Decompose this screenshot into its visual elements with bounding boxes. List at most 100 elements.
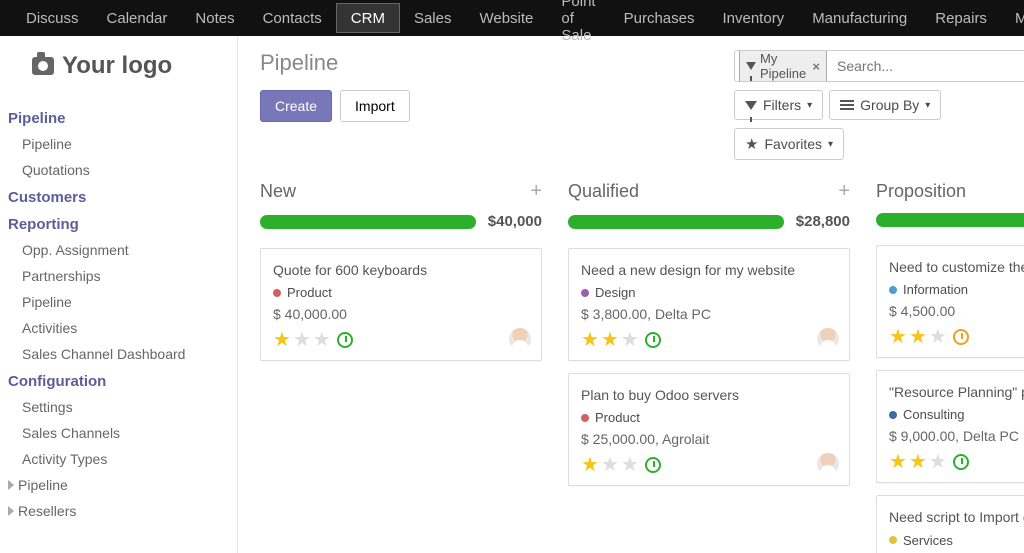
caret-down-icon: ▾ — [925, 100, 930, 111]
nav-discuss[interactable]: Discuss — [12, 0, 93, 36]
star-icon[interactable]: ★ — [929, 452, 947, 472]
sidebar-item-opp-assignment[interactable]: Opp. Assignment — [8, 237, 223, 263]
star-icon[interactable]: ★ — [293, 330, 311, 350]
nav-website[interactable]: Website — [465, 0, 547, 36]
card-tag: Consulting — [889, 407, 1024, 422]
nav-contacts[interactable]: Contacts — [249, 0, 336, 36]
nav-sales[interactable]: Sales — [400, 0, 466, 36]
column-total: $28,800 — [796, 213, 850, 230]
sidebar-item-activity-types[interactable]: Activity Types — [8, 446, 223, 472]
logo[interactable]: Your logo — [8, 52, 223, 80]
star-icon[interactable]: ★ — [601, 455, 619, 475]
avatar[interactable] — [509, 328, 531, 350]
sidebar-item-sales-channel-dashboard[interactable]: Sales Channel Dashboard — [8, 341, 223, 367]
star-icon[interactable]: ★ — [889, 327, 907, 347]
sidebar-header-pipeline[interactable]: Pipeline — [8, 104, 223, 131]
card-tag: Product — [273, 285, 529, 300]
star-icon[interactable]: ★ — [929, 327, 947, 347]
tag-dot-icon — [273, 289, 281, 297]
star-icon[interactable]: ★ — [313, 330, 331, 350]
create-button[interactable]: Create — [260, 90, 332, 122]
nav-point-of-sale[interactable]: Point of Sale — [547, 0, 609, 36]
tag-dot-icon — [889, 411, 897, 419]
activity-icon[interactable] — [953, 454, 969, 470]
card-amount: $ 3,800.00, Delta PC — [581, 306, 837, 322]
kanban-card[interactable]: Quote for 600 keyboardsProduct$ 40,000.0… — [260, 248, 542, 361]
sidebar-header-reporting[interactable]: Reporting — [8, 210, 223, 237]
nav-manufacturing[interactable]: Manufacturing — [798, 0, 921, 36]
chevron-right-icon — [8, 506, 14, 516]
tag-dot-icon — [889, 536, 897, 544]
nav-more[interactable]: More ▾ — [1001, 0, 1024, 36]
star-icon[interactable]: ★ — [581, 330, 599, 350]
activity-icon[interactable] — [953, 329, 969, 345]
sidebar-expander-pipeline[interactable]: Pipeline — [8, 472, 223, 498]
favorites-button[interactable]: ★ Favorites ▾ — [734, 128, 844, 160]
sidebar-item-activities[interactable]: Activities — [8, 315, 223, 341]
kanban-card[interactable]: Need a new design for my websiteDesign$ … — [568, 248, 850, 361]
search-bar[interactable]: My Pipeline × — [734, 50, 1024, 82]
star-icon[interactable]: ★ — [889, 452, 907, 472]
star-icon[interactable]: ★ — [601, 330, 619, 350]
sidebar-item-sales-channels[interactable]: Sales Channels — [8, 420, 223, 446]
kanban-card[interactable]: "Resource Planning" p developmentConsult… — [876, 370, 1024, 483]
tag-dot-icon — [581, 414, 589, 422]
filters-button[interactable]: Filters ▾ — [734, 90, 823, 120]
priority-stars[interactable]: ★★★ — [581, 455, 639, 475]
sidebar-header-configuration[interactable]: Configuration — [8, 367, 223, 394]
nav-calendar[interactable]: Calendar — [93, 0, 182, 36]
column-title: Qualified — [568, 181, 639, 202]
logo-text: Your logo — [62, 52, 172, 80]
close-icon[interactable]: × — [812, 59, 820, 74]
priority-stars[interactable]: ★★★ — [273, 330, 331, 350]
activity-icon[interactable] — [645, 332, 661, 348]
star-icon[interactable]: ★ — [909, 452, 927, 472]
import-button[interactable]: Import — [340, 90, 410, 122]
add-card-button[interactable]: + — [530, 180, 542, 203]
nav-notes[interactable]: Notes — [181, 0, 248, 36]
search-input[interactable] — [831, 51, 1024, 81]
top-nav: DiscussCalendarNotesContactsCRMSalesWebs… — [0, 0, 1024, 36]
star-icon[interactable]: ★ — [273, 330, 291, 350]
sidebar-item-pipeline[interactable]: Pipeline — [8, 289, 223, 315]
activity-icon[interactable] — [645, 457, 661, 473]
activity-icon[interactable] — [337, 332, 353, 348]
card-title: Need script to Import e — [889, 508, 1024, 526]
column-total: $40,000 — [488, 213, 542, 230]
progress-bar — [876, 213, 1024, 227]
card-tag: Product — [581, 410, 837, 425]
star-icon[interactable]: ★ — [621, 455, 639, 475]
avatar[interactable] — [817, 328, 839, 350]
search-facet[interactable]: My Pipeline × — [739, 50, 827, 82]
sidebar-item-settings[interactable]: Settings — [8, 394, 223, 420]
sidebar-header-customers[interactable]: Customers — [8, 183, 223, 210]
priority-stars[interactable]: ★★★ — [889, 452, 947, 472]
nav-purchases[interactable]: Purchases — [610, 0, 709, 36]
priority-stars[interactable]: ★★★ — [581, 330, 639, 350]
star-icon[interactable]: ★ — [909, 327, 927, 347]
group-by-button[interactable]: Group By ▾ — [829, 90, 941, 120]
sidebar-item-pipeline[interactable]: Pipeline — [8, 131, 223, 157]
column-title: Proposition — [876, 181, 966, 202]
nav-repairs[interactable]: Repairs — [921, 0, 1001, 36]
nav-crm[interactable]: CRM — [336, 3, 400, 33]
card-amount: $ 9,000.00, Delta PC — [889, 428, 1024, 444]
add-card-button[interactable]: + — [838, 180, 850, 203]
star-icon[interactable]: ★ — [621, 330, 639, 350]
kanban-card[interactable]: Need to customize theInformation$ 4,500.… — [876, 245, 1024, 358]
progress-bar — [568, 215, 784, 229]
nav-inventory[interactable]: Inventory — [708, 0, 798, 36]
priority-stars[interactable]: ★★★ — [889, 327, 947, 347]
kanban-card[interactable]: Need script to Import eServices$ 5,600.0… — [876, 495, 1024, 553]
sidebar-expander-resellers[interactable]: Resellers — [8, 498, 223, 524]
card-tag: Design — [581, 285, 837, 300]
card-amount: $ 25,000.00, Agrolait — [581, 431, 837, 447]
sidebar-item-quotations[interactable]: Quotations — [8, 157, 223, 183]
star-icon[interactable]: ★ — [581, 455, 599, 475]
sidebar: Your logo PipelinePipelineQuotationsCust… — [0, 36, 238, 553]
kanban-card[interactable]: Plan to buy Odoo serversProduct$ 25,000.… — [568, 373, 850, 486]
sidebar-item-partnerships[interactable]: Partnerships — [8, 263, 223, 289]
card-title: Quote for 600 keyboards — [273, 261, 529, 279]
card-tag: Services — [889, 533, 1024, 548]
avatar[interactable] — [817, 453, 839, 475]
